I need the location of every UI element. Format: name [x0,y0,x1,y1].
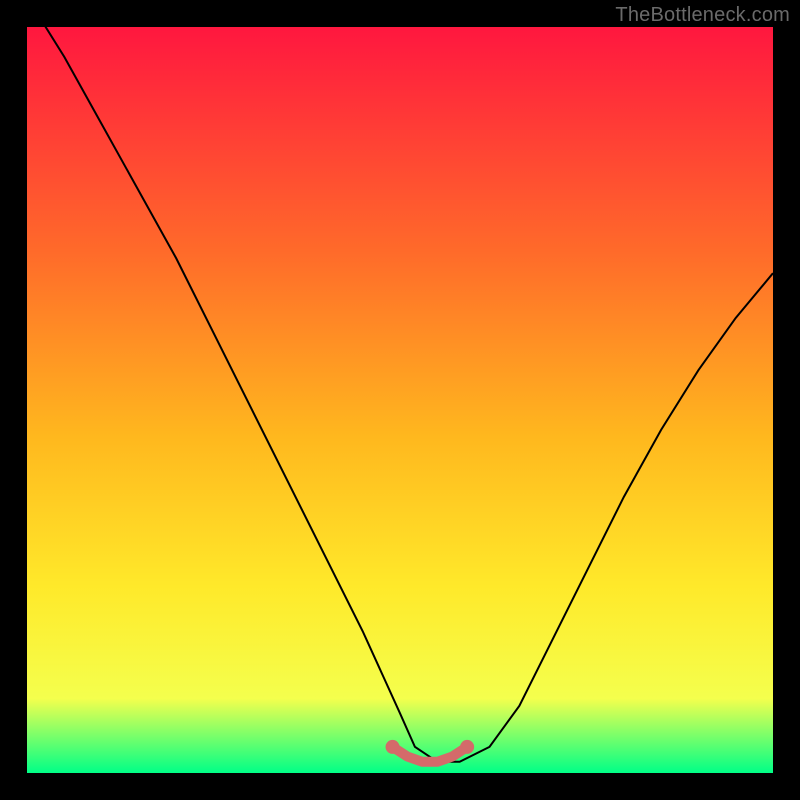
gradient-background [27,27,773,773]
plot-area [27,27,773,773]
chart-svg [27,27,773,773]
attribution-text: TheBottleneck.com [615,4,790,27]
valley-endpoint [386,740,400,754]
chart-stage: TheBottleneck.com [0,0,800,800]
valley-endpoint [460,740,474,754]
